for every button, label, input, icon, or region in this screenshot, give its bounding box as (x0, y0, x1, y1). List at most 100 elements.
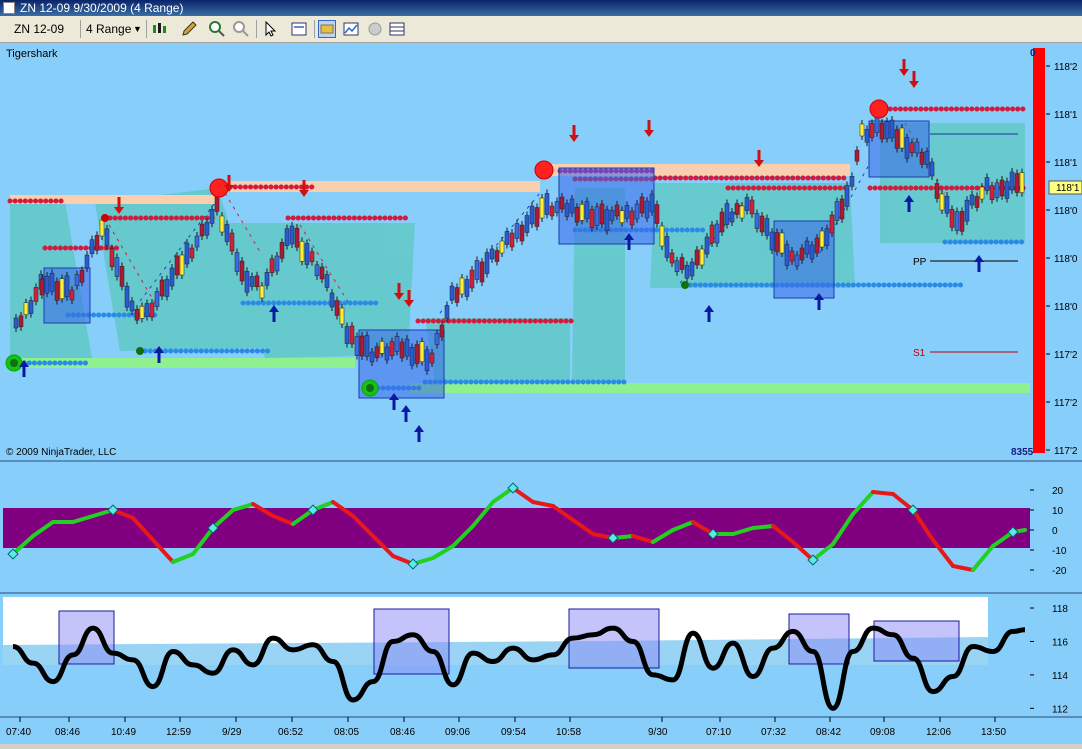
candle-body (389, 341, 395, 356)
chart-trader-button[interactable] (388, 20, 406, 38)
oscillator-panel: 20 10 0 -10 -20 (3, 482, 1067, 577)
candle-body (189, 247, 195, 259)
candle-body (664, 236, 670, 258)
candle-body (294, 227, 300, 248)
sell-signal-dot (534, 160, 554, 180)
candle-body (579, 204, 585, 221)
candle-body (899, 127, 905, 149)
time-tick-label: 09:54 (501, 727, 526, 738)
candle-body (474, 260, 480, 280)
pencil-icon (182, 21, 197, 36)
properties-button[interactable] (290, 20, 308, 38)
candle-body (149, 302, 155, 318)
chart-style-button[interactable] (150, 20, 168, 38)
candle-body (719, 211, 725, 233)
price-axis: 118'2 118'1 118'1 118'0 118'0 118'0 117'2 117'2… (1046, 62, 1078, 457)
candle-body (1019, 172, 1025, 193)
candle-body (1014, 173, 1020, 193)
current-price-label: 118'1 (1056, 183, 1080, 194)
candle-body (409, 347, 415, 366)
candle-body (13, 317, 19, 329)
candle-body (614, 204, 620, 217)
price-tick-label: 118'1 (1054, 158, 1078, 169)
data-box-icon (320, 24, 334, 34)
candle-body (604, 209, 610, 231)
candle-body (169, 267, 175, 287)
candle-body (979, 186, 985, 200)
pivot-label: PP (913, 257, 927, 268)
candle-body (334, 300, 340, 316)
candle-body (239, 260, 245, 282)
oscillator-tick-label: 10 (1052, 506, 1064, 517)
arrow-up-icon (414, 425, 424, 432)
chart-toolbar: ZN 12-09 4 Range ▼ (0, 16, 1082, 43)
toolbar-separator (80, 20, 81, 38)
strategies-button[interactable] (366, 20, 384, 38)
cycle-tick-label: 118 (1052, 604, 1068, 615)
candle-body (974, 196, 980, 208)
candle-body (469, 269, 475, 289)
candle-body (484, 252, 490, 274)
candle-body (429, 352, 435, 364)
select-pointer-button[interactable] (262, 20, 280, 38)
candle-body (924, 151, 930, 165)
cycle-panel: 118 116 114 112 (3, 597, 1068, 715)
candle-body (489, 248, 495, 260)
candle-body (1009, 171, 1015, 191)
candle-body (694, 249, 700, 266)
pivot-dot (681, 281, 689, 289)
zoom-in-button[interactable] (208, 20, 226, 38)
candle-body (449, 285, 455, 301)
cycle-tick-label: 112 (1052, 704, 1068, 715)
candle-body (584, 201, 590, 219)
time-tick-label: 08:42 (816, 727, 841, 738)
candle-body (639, 196, 645, 214)
candle-body (854, 149, 860, 162)
candle-body (809, 244, 815, 260)
candle-body (399, 341, 405, 359)
chevron-down-icon[interactable]: ▼ (133, 20, 142, 38)
oscillator-tick-label: 0 (1052, 526, 1058, 537)
candle-body (764, 218, 770, 236)
candle-body (819, 230, 825, 248)
candle-body (789, 250, 795, 262)
candle-body (144, 303, 150, 317)
candle-body (184, 242, 190, 265)
candle-body (204, 221, 210, 236)
candle-body (539, 197, 545, 219)
top-tick: 0 (1030, 48, 1036, 59)
price-tick-label: 118'2 (1054, 62, 1078, 73)
drawing-tools-button[interactable] (180, 20, 198, 38)
candle-body (364, 335, 370, 357)
candle-body (64, 275, 70, 298)
time-tick-label: 08:46 (390, 727, 415, 738)
toolbar-separator (146, 20, 147, 38)
candle-body (724, 203, 730, 225)
oscillator-segment (171, 552, 195, 564)
instrument-selector[interactable]: ZN 12-09 (14, 20, 64, 38)
zoom-in-icon (209, 21, 225, 37)
candle-body (374, 346, 380, 358)
indicators-button[interactable] (342, 20, 360, 38)
candle-body (729, 211, 735, 223)
time-tick-label: 09:08 (870, 727, 895, 738)
candle-body (1004, 181, 1010, 199)
candle-body (139, 306, 145, 319)
candle-body (214, 196, 220, 212)
candle-body (754, 213, 760, 229)
candle-body (84, 254, 90, 269)
candle-body (479, 261, 485, 283)
candle-body (114, 257, 120, 277)
candle-body (679, 257, 685, 270)
candle-body (524, 215, 530, 233)
candle-body (744, 197, 750, 211)
candle-body (224, 224, 230, 242)
price-tick-label: 117'2 (1054, 446, 1078, 457)
zoom-out-button[interactable] (232, 20, 250, 38)
period-selector[interactable]: 4 Range (86, 20, 131, 38)
candle-body (129, 300, 135, 312)
candle-body (864, 129, 870, 143)
candle-body (344, 326, 350, 344)
data-box-button[interactable] (318, 20, 336, 38)
toolbar-separator (256, 20, 257, 38)
